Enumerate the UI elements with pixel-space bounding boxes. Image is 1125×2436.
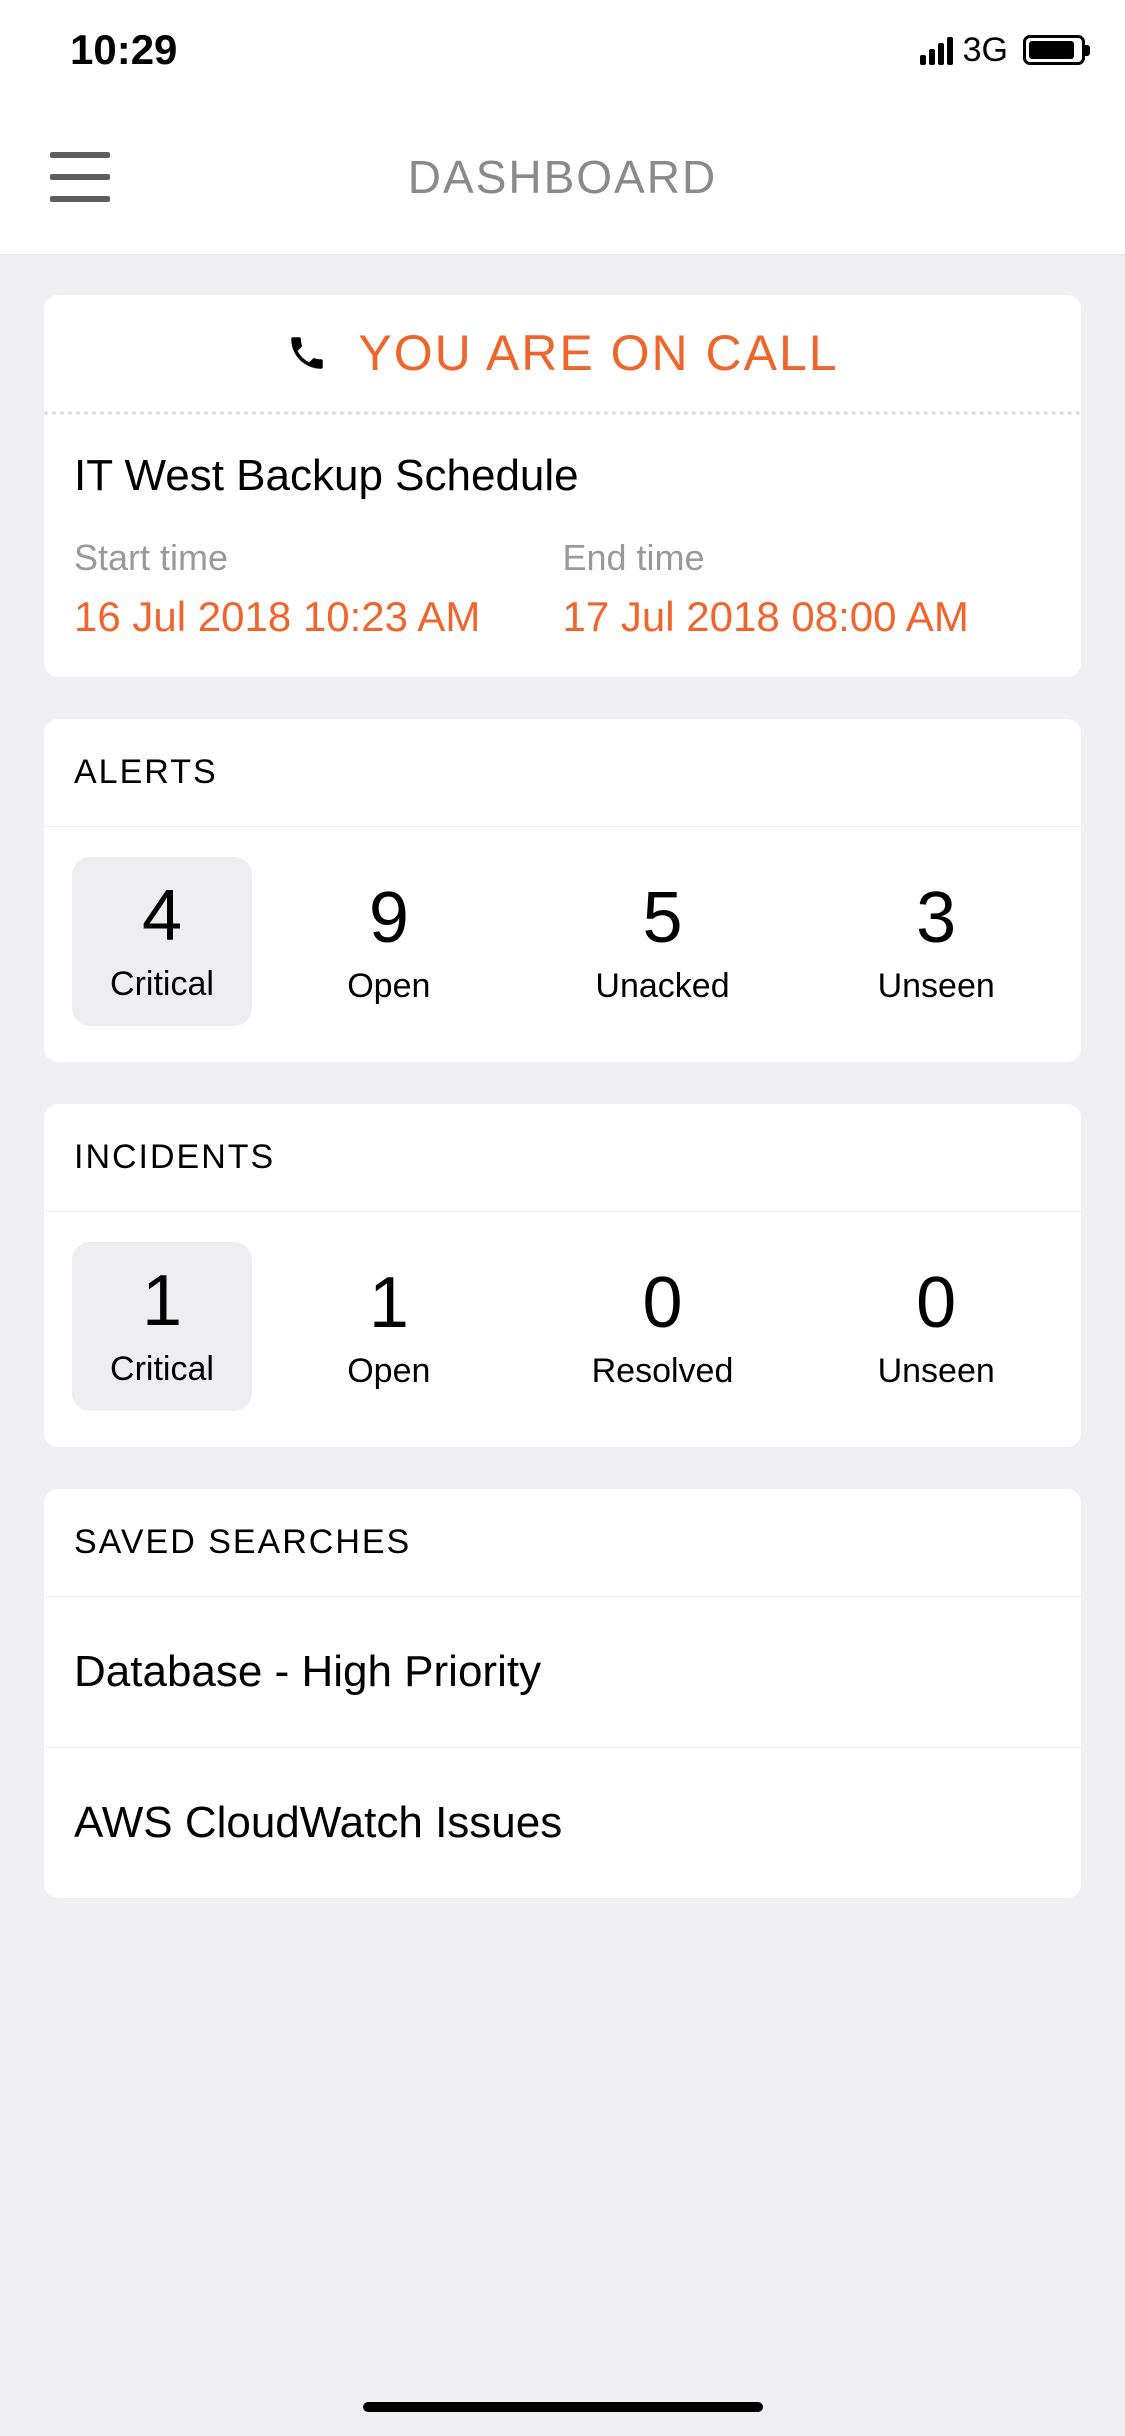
- alerts-critical-count: 4: [142, 875, 182, 957]
- status-bar: 10:29 3G: [0, 0, 1125, 100]
- incidents-unseen[interactable]: 0 Unseen: [799, 1242, 1073, 1411]
- incidents-open-count: 1: [369, 1262, 409, 1344]
- incidents-unseen-count: 0: [916, 1262, 956, 1344]
- alerts-header: ALERTS: [44, 719, 1081, 827]
- status-time: 10:29: [70, 26, 177, 74]
- menu-button[interactable]: [50, 152, 110, 202]
- battery-icon: [1023, 35, 1085, 65]
- incidents-open-label: Open: [347, 1352, 430, 1391]
- alerts-critical[interactable]: 4 Critical: [72, 857, 252, 1026]
- schedule-body: IT West Backup Schedule Start time 16 Ju…: [44, 415, 1081, 677]
- saved-search-item[interactable]: Database - High Priority: [44, 1597, 1081, 1748]
- alerts-unacked-count: 5: [642, 877, 682, 959]
- start-time-block: Start time 16 Jul 2018 10:23 AM: [74, 537, 563, 641]
- end-time-value: 17 Jul 2018 08:00 AM: [563, 593, 1052, 641]
- schedule-name: IT West Backup Schedule: [74, 451, 1051, 501]
- network-label: 3G: [963, 31, 1008, 70]
- incidents-critical[interactable]: 1 Critical: [72, 1242, 252, 1411]
- incidents-header: INCIDENTS: [44, 1104, 1081, 1212]
- oncall-banner: YOU ARE ON CALL: [44, 295, 1081, 415]
- end-time-block: End time 17 Jul 2018 08:00 AM: [563, 537, 1052, 641]
- start-time-value: 16 Jul 2018 10:23 AM: [74, 593, 563, 641]
- alerts-critical-label: Critical: [110, 965, 214, 1004]
- page-title: DASHBOARD: [0, 150, 1125, 204]
- alerts-unacked[interactable]: 5 Unacked: [526, 857, 800, 1026]
- incidents-critical-label: Critical: [110, 1350, 214, 1389]
- incidents-resolved-label: Resolved: [592, 1352, 734, 1391]
- alerts-open[interactable]: 9 Open: [252, 857, 526, 1026]
- oncall-status: YOU ARE ON CALL: [358, 324, 838, 382]
- home-indicator[interactable]: [363, 2402, 763, 2412]
- incidents-card: INCIDENTS 1 Critical 1 Open 0 Resolved 0…: [44, 1104, 1081, 1447]
- alerts-open-label: Open: [347, 967, 430, 1006]
- phone-icon: [286, 332, 328, 374]
- saved-searches-card: SAVED SEARCHES Database - High Priority …: [44, 1489, 1081, 1898]
- incidents-critical-count: 1: [142, 1260, 182, 1342]
- alerts-unseen[interactable]: 3 Unseen: [799, 857, 1073, 1026]
- saved-search-item[interactable]: AWS CloudWatch Issues: [44, 1748, 1081, 1898]
- oncall-card[interactable]: YOU ARE ON CALL IT West Backup Schedule …: [44, 295, 1081, 677]
- incidents-resolved-count: 0: [642, 1262, 682, 1344]
- incidents-resolved[interactable]: 0 Resolved: [526, 1242, 800, 1411]
- alerts-unseen-label: Unseen: [878, 967, 995, 1006]
- alerts-unacked-label: Unacked: [595, 967, 729, 1006]
- alerts-unseen-count: 3: [916, 877, 956, 959]
- alerts-card: ALERTS 4 Critical 9 Open 5 Unacked 3 Uns…: [44, 719, 1081, 1062]
- incidents-open[interactable]: 1 Open: [252, 1242, 526, 1411]
- alerts-open-count: 9: [369, 877, 409, 959]
- start-time-label: Start time: [74, 537, 563, 579]
- incidents-unseen-label: Unseen: [878, 1352, 995, 1391]
- end-time-label: End time: [563, 537, 1052, 579]
- nav-bar: DASHBOARD: [0, 100, 1125, 255]
- status-indicators: 3G: [920, 31, 1085, 70]
- saved-searches-header: SAVED SEARCHES: [44, 1489, 1081, 1597]
- signal-icon: [920, 35, 953, 65]
